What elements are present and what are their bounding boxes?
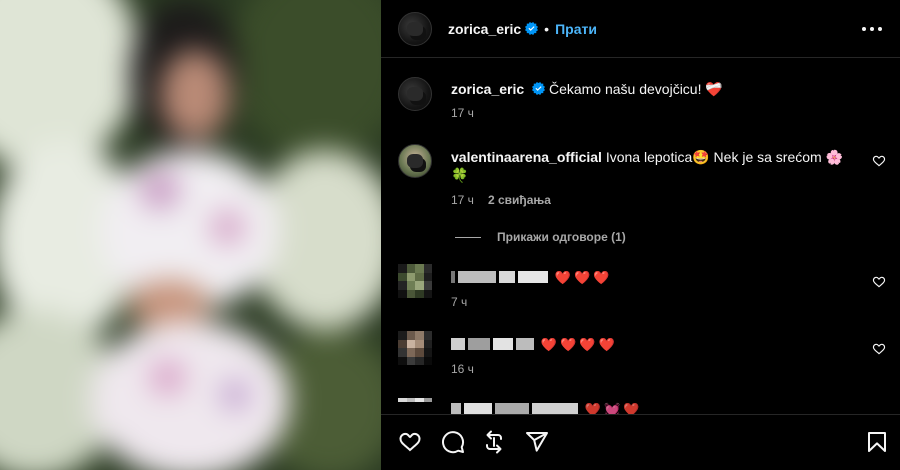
redacted-username (458, 271, 496, 283)
comment-like-heart-icon[interactable] (872, 342, 886, 356)
redacted-username (451, 271, 455, 283)
separator-dot: • (544, 20, 550, 37)
comment-meta: 16 ч (451, 362, 474, 376)
redacted-username (451, 338, 465, 350)
post-image[interactable] (0, 0, 381, 470)
comment-body: ❤️❤️❤️ (554, 270, 613, 285)
comment-time[interactable]: 17 ч (451, 193, 474, 207)
post-action-bar (381, 414, 900, 470)
comment-time[interactable]: 7 ч (451, 295, 467, 309)
comment-text: valentinaarena_official Ivona lepotica🤩 … (451, 148, 843, 184)
comment-like-heart-icon[interactable] (872, 154, 886, 168)
author-username[interactable]: zorica_eric (448, 21, 521, 37)
caption-body: Čekamo našu devojčicu! ❤️‍🩹 (548, 81, 723, 97)
redacted-username (451, 403, 461, 414)
author-avatar[interactable] (398, 11, 432, 46)
replies-divider-line (455, 236, 481, 238)
redacted-username (464, 403, 492, 414)
view-replies-label: Прикажи одговоре (1) (497, 230, 626, 244)
caption-time[interactable]: 17 ч (451, 106, 474, 120)
comment-likes[interactable]: 2 свиђања (488, 193, 551, 207)
post-header: zorica_eric • Прати (381, 0, 900, 58)
redacted-username (499, 271, 515, 283)
commenter-avatar[interactable] (398, 144, 432, 178)
author-avatar[interactable] (398, 77, 432, 111)
post-details-panel: zorica_eric • Прати zorica_eric Čekamo n… (381, 0, 900, 470)
caption-meta: 17 ч (451, 106, 474, 120)
send-icon[interactable] (525, 430, 549, 454)
repost-icon[interactable] (482, 430, 506, 454)
comment-like-heart-icon[interactable] (872, 275, 886, 289)
redacted-username (493, 338, 513, 350)
redacted-username (495, 403, 529, 414)
commenter-avatar[interactable] (398, 398, 432, 414)
redacted-username (468, 338, 490, 350)
redacted-username (532, 403, 578, 414)
caption-username[interactable]: zorica_eric (451, 81, 524, 97)
comment-time[interactable]: 16 ч (451, 362, 474, 376)
blurred-photo (0, 0, 381, 470)
comments-list[interactable]: zorica_eric Čekamo našu devojčicu! ❤️‍🩹 … (381, 59, 900, 414)
view-replies-button[interactable]: Прикажи одговоре (1) (455, 230, 626, 244)
comment-body-line2: 🍀 (451, 167, 469, 183)
more-options-icon[interactable] (862, 20, 882, 38)
comment-body: ❤️💓❤️ (584, 402, 643, 414)
redacted-username (516, 338, 534, 350)
comment-text: ❤️❤️❤️ (451, 268, 612, 287)
follow-button[interactable]: Прати (555, 21, 597, 37)
commenter-avatar[interactable] (398, 331, 432, 365)
comment-meta: 7 ч (451, 295, 467, 309)
heart-icon[interactable] (398, 430, 422, 454)
comment-body: ❤️❤️❤️❤️ (540, 337, 618, 352)
caption-text: zorica_eric Čekamo našu devojčicu! ❤️‍🩹 (451, 80, 723, 98)
commenter-avatar[interactable] (398, 264, 432, 298)
redacted-username (518, 271, 548, 283)
comment-username[interactable]: valentinaarena_official (451, 149, 602, 165)
comment-text: ❤️❤️❤️❤️ (451, 335, 618, 354)
verified-badge-icon (532, 82, 546, 95)
comment-icon[interactable] (441, 430, 465, 454)
comment-meta: 17 ч 2 свиђања (451, 193, 551, 207)
verified-badge-icon (525, 22, 539, 35)
comment-body: Ivona lepotica🤩 Nek je sa srećom 🌸 (605, 149, 844, 165)
bookmark-icon[interactable] (865, 430, 889, 454)
comment-text: ❤️💓❤️ (451, 400, 642, 414)
